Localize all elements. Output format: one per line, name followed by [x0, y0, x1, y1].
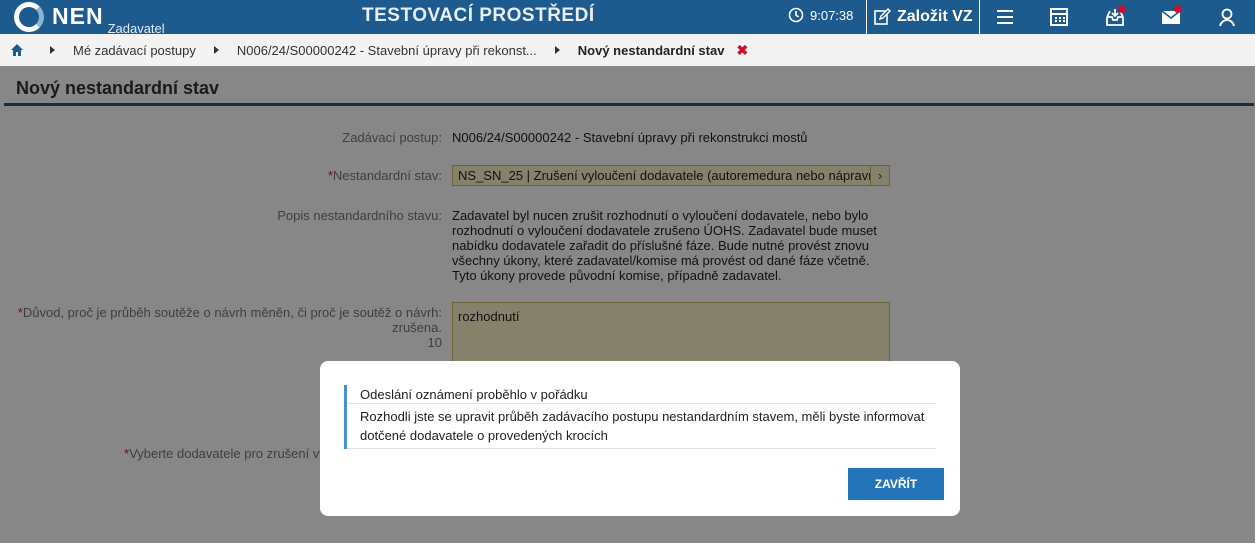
breadcrumb-separator	[213, 46, 219, 54]
inbox-button[interactable]	[1104, 5, 1126, 27]
clock-icon	[788, 7, 804, 23]
breadcrumb-my-procedures[interactable]: Mé zadávací postupy	[73, 43, 196, 58]
menu-icon[interactable]	[994, 7, 1016, 27]
user-icon[interactable]	[1216, 7, 1238, 27]
logo-ring-icon	[14, 2, 44, 32]
dialog-info-line: Rozhodli jste se upravit průběh zadávací…	[360, 409, 925, 424]
close-button[interactable]: ZAVŘÍT	[848, 468, 944, 500]
breadcrumb: Mé zadávací postupy N006/24/S00000242 - …	[0, 34, 1255, 66]
mail-notification-dot	[1174, 5, 1182, 13]
mail-button[interactable]	[1160, 5, 1182, 27]
breadcrumb-separator	[554, 46, 560, 54]
breadcrumb-separator	[50, 46, 55, 54]
dialog-success-message: Odeslání oznámení proběhlo v pořádku	[347, 385, 936, 404]
logo-text: NEN	[52, 3, 104, 29]
close-tab-icon[interactable]: ✖	[736, 42, 748, 59]
home-icon[interactable]	[10, 43, 24, 57]
calendar-icon[interactable]	[1048, 7, 1070, 27]
dialog-info-line: dotčené dodavatele o provedených krocích	[360, 428, 608, 443]
environment-title: TESTOVACÍ PROSTŘEDÍ	[362, 5, 595, 26]
breadcrumb-current: Nový nestandardní stav	[577, 42, 725, 58]
dialog-message-box: Odeslání oznámení proběhlo v pořádku Roz…	[344, 385, 936, 449]
breadcrumb-procedure[interactable]: N006/24/S00000242 - Stavební úpravy při …	[237, 43, 537, 58]
nen-logo[interactable]: NEN Zadavatel	[14, 2, 165, 36]
edit-icon	[874, 8, 891, 25]
session-time: 9:07:38	[810, 7, 854, 23]
notification-dialog: Odeslání oznámení proběhlo v pořádku Roz…	[320, 361, 960, 516]
dialog-info-message: Rozhodli jste se upravit průběh zadávací…	[347, 404, 936, 449]
inbox-notification-dot	[1118, 5, 1126, 13]
top-bar: NEN Zadavatel TESTOVACÍ PROSTŘEDÍ 9:07:3…	[0, 0, 1255, 36]
session-timer: 9:07:38	[788, 7, 853, 23]
create-contract-label: Založit VZ	[897, 8, 973, 25]
create-contract-button[interactable]: Založit VZ	[866, 0, 980, 34]
